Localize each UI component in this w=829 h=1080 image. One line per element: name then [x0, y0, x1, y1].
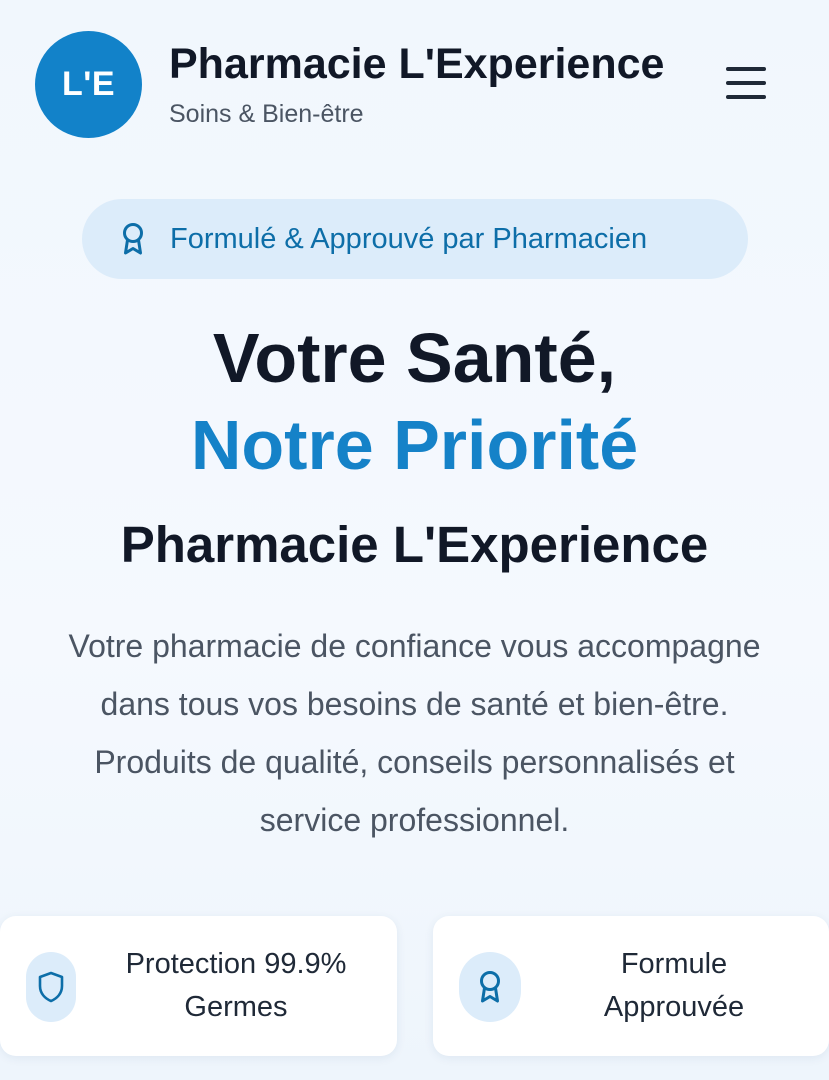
feature-text: Formule Approuvée: [533, 943, 815, 1029]
feature-line: Protection 99.9%: [125, 948, 347, 980]
brand-name[interactable]: Pharmacie L'Experience: [169, 40, 664, 89]
description-line: service professionnel.: [259, 802, 570, 838]
feature-card-approved: Formule Approuvée: [433, 916, 829, 1056]
logo-text: L'E: [61, 65, 116, 103]
feature-line: Approuvée: [603, 991, 745, 1023]
hero-title-line1: Votre Santé,: [212, 319, 617, 397]
brand-tagline: Soins & Bien-être: [169, 100, 364, 128]
hero-title-line2: Notre Priorité: [190, 406, 639, 484]
hamburger-menu-icon[interactable]: [718, 62, 772, 106]
award-ribbon-icon: [120, 222, 150, 256]
hero-description: Votre pharmacie de confiance vous accomp…: [0, 617, 829, 849]
award-ribbon-icon: [459, 952, 521, 1022]
feature-line: Formule: [620, 948, 728, 980]
feature-text: Protection 99.9% Germes: [86, 943, 386, 1029]
feature-line: Germes: [184, 991, 288, 1023]
description-line: Produits de qualité, conseils personnali…: [94, 744, 735, 780]
description-line: dans tous vos besoins de santé et bien-ê…: [100, 686, 729, 722]
feature-card-protection: Protection 99.9% Germes: [0, 916, 397, 1056]
pharmacist-approved-badge: Formulé & Approuvé par Pharmacien: [82, 199, 748, 279]
site-header: L'E Pharmacie L'Experience Soins & Bien-…: [0, 0, 829, 170]
shield-icon: [26, 952, 76, 1022]
badge-text: Formulé & Approuvé par Pharmacien: [170, 222, 648, 255]
description-line: Votre pharmacie de confiance vous accomp…: [68, 628, 761, 664]
logo[interactable]: L'E: [35, 31, 142, 138]
hero-subtitle: Pharmacie L'Experience: [120, 516, 709, 573]
